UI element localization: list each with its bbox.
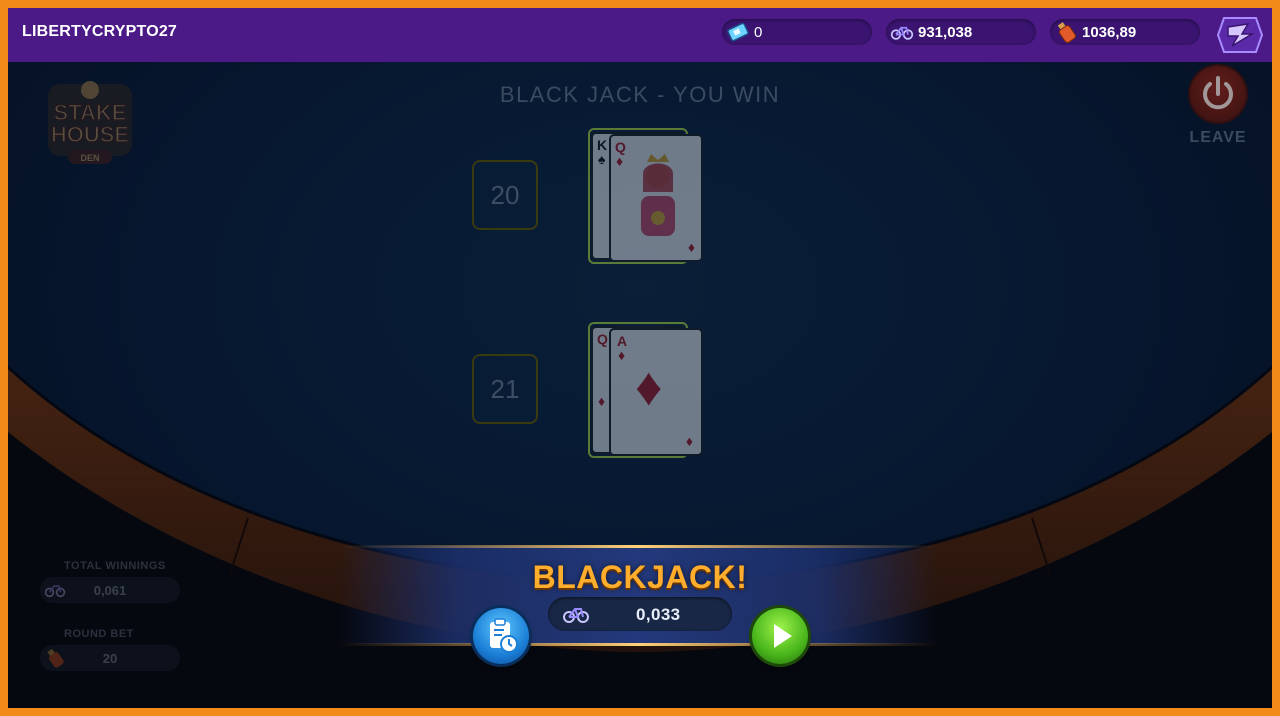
tokens-balance: 1036,89	[1050, 19, 1200, 45]
leave-label: LEAVE	[1189, 129, 1247, 146]
round-bet-value: 20	[102, 651, 118, 666]
card-rank: A	[617, 333, 628, 349]
tokens-value: 1036,89	[1082, 24, 1137, 41]
card-rank: Q	[597, 331, 608, 347]
card-rank: K	[597, 137, 608, 153]
queen-portrait-icon	[641, 154, 675, 236]
play-icon	[774, 624, 792, 648]
player-score: 21	[472, 354, 538, 424]
game-frame: LIBERTYCRYPTO27 0 931,038 1036,89 STAKE …	[8, 8, 1272, 708]
username: LIBERTYCRYPTO27	[22, 23, 178, 40]
bottle-token-icon	[1057, 22, 1076, 43]
brand-icon[interactable]	[1212, 12, 1266, 58]
power-icon	[1203, 76, 1233, 110]
diamond-icon: ♦	[685, 433, 693, 449]
history-button[interactable]	[473, 608, 529, 664]
gems-balance: 0	[722, 19, 872, 45]
leave-button[interactable]	[1190, 66, 1246, 122]
diamond-icon: ♦	[598, 393, 606, 409]
player-hand: Q ♦ A ♦ ♦ ♦	[588, 322, 703, 462]
diamond-icon: ♦	[616, 153, 624, 169]
gems-value: 0	[754, 24, 763, 41]
play-button[interactable]	[752, 608, 808, 664]
dealer-score: 20	[472, 160, 538, 230]
card-rank: Q	[615, 139, 626, 155]
top-bar: LIBERTYCRYPTO27 0 931,038 1036,89	[8, 8, 1272, 62]
diamond-icon: ♦	[687, 239, 695, 255]
diamond-icon: ♦	[635, 357, 663, 417]
round-bet-label: ROUND BET	[64, 628, 134, 640]
coins-value: 931,038	[918, 24, 973, 41]
dealer-hand: K ♠ Q ♦ ♦	[588, 128, 703, 268]
logo-word-2: HOUSE	[51, 122, 129, 147]
diamond-icon: ♦	[618, 347, 626, 363]
clipboard-clock-icon	[490, 618, 518, 653]
player-card-2: A ♦ ♦ ♦	[609, 328, 703, 456]
bike-coin-icon	[890, 26, 914, 40]
game-status: BLACK JACK - YOU WIN	[499, 82, 781, 107]
round-bet-panel: ROUND BET 20	[40, 628, 180, 671]
bike-coin-icon	[563, 608, 589, 623]
result-title: BLACKJACK!	[532, 559, 748, 595]
dealer-card-2: Q ♦ ♦	[609, 134, 703, 262]
logo-word-3: DEN	[80, 153, 99, 163]
gem-ticket-icon	[727, 22, 749, 42]
coins-balance: 931,038	[886, 19, 1036, 45]
spade-icon: ♠	[598, 151, 606, 167]
result-winnings-value: 0,033	[636, 605, 681, 624]
round-bet-pill: 20	[40, 645, 180, 671]
result-winnings: 0,033	[548, 597, 732, 631]
